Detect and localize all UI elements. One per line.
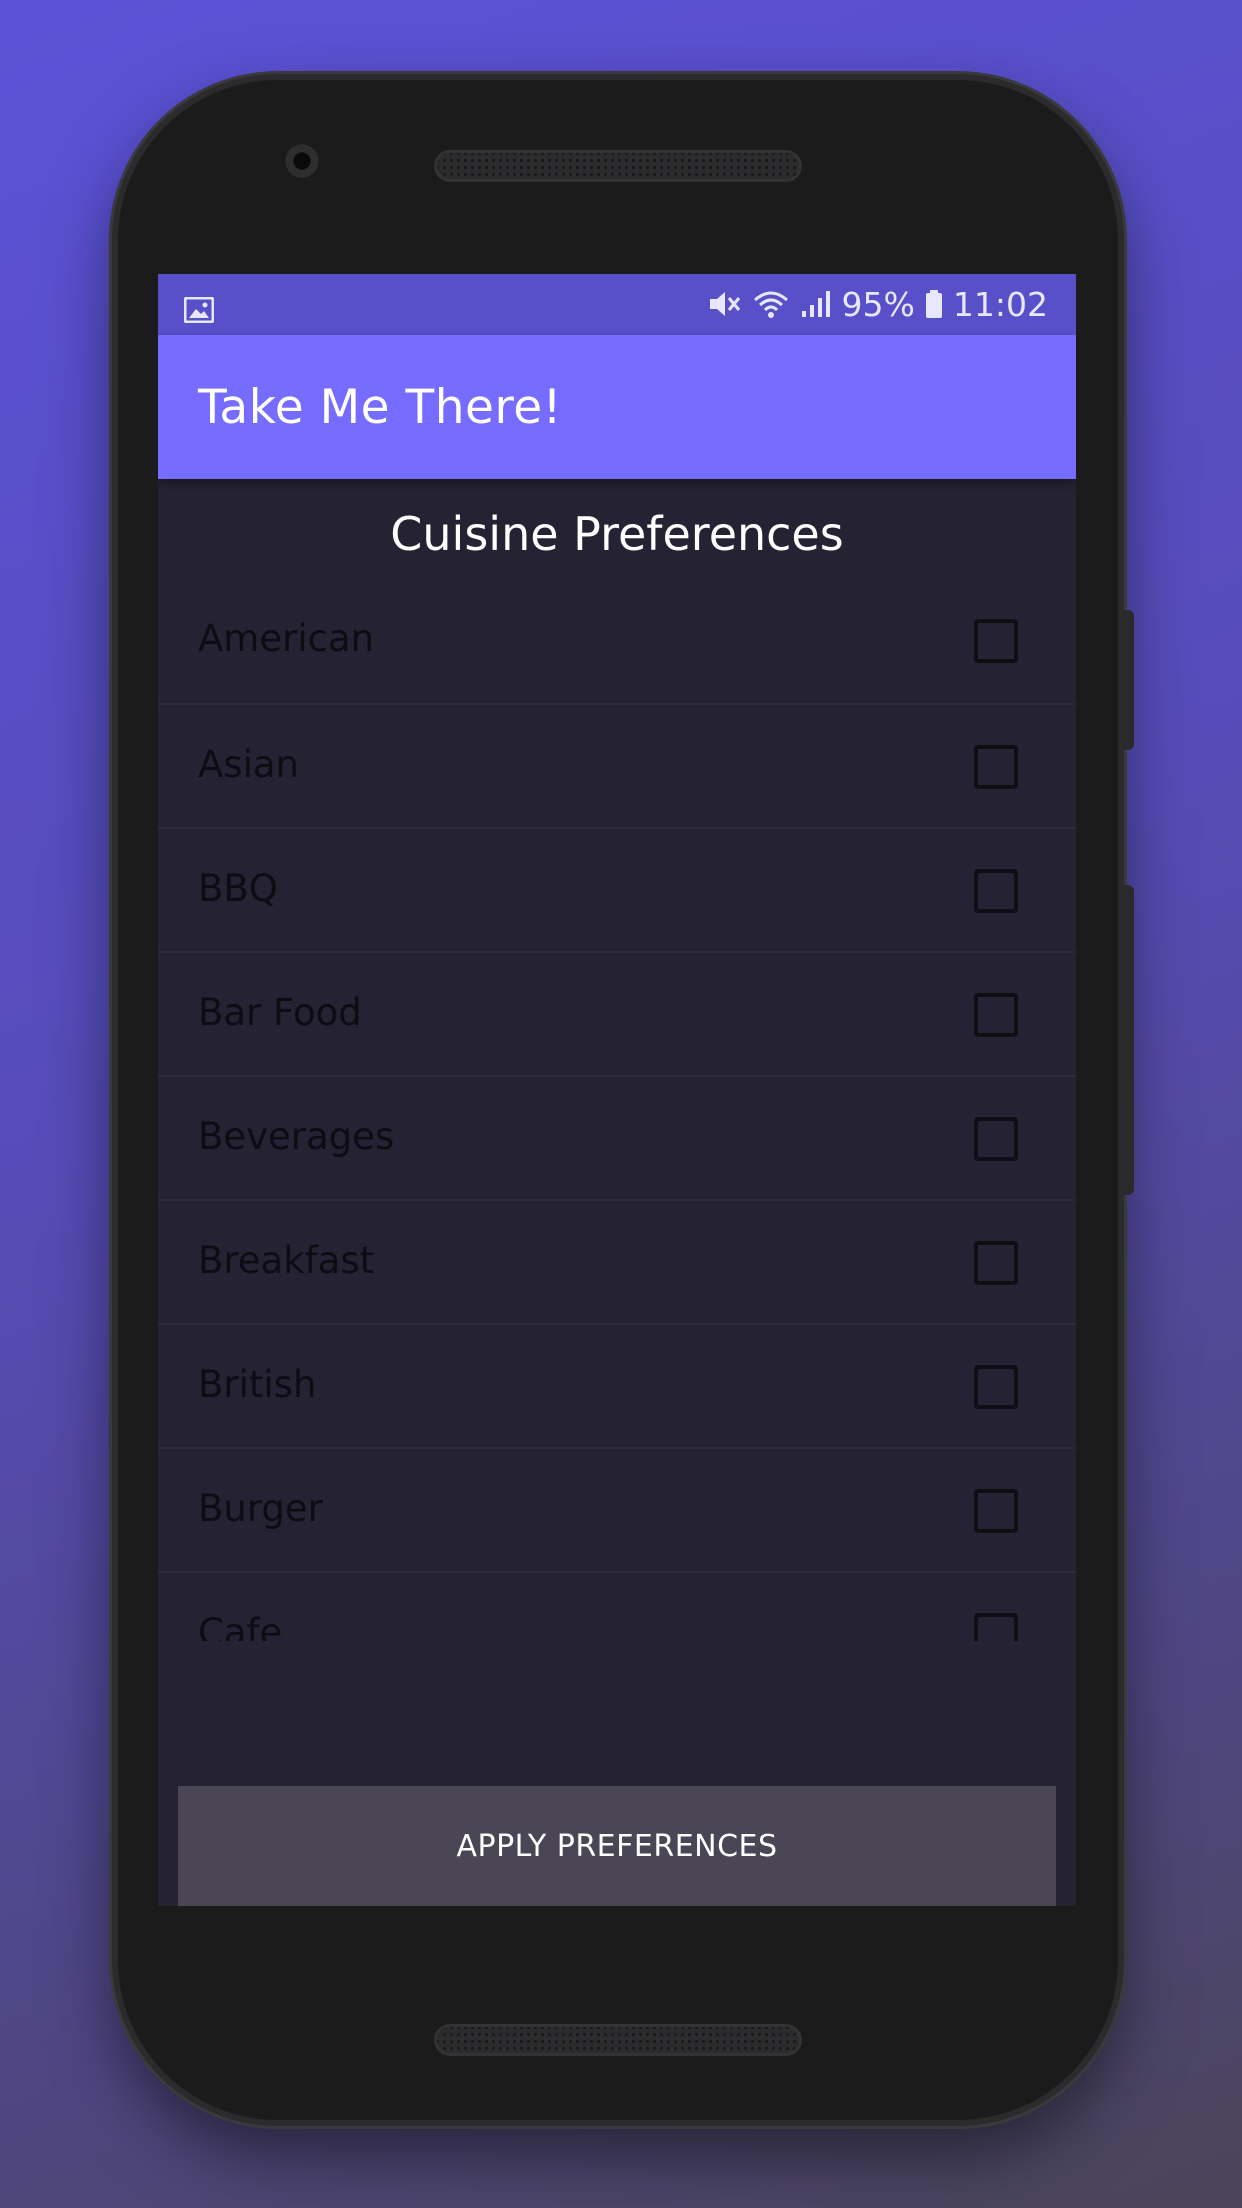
status-bar: 95% 11:02	[158, 274, 1076, 335]
item-label: American	[198, 617, 375, 660]
checkbox-american[interactable]	[974, 619, 1018, 663]
phone-screen: 95% 11:02 Take Me There! Cuisine Prefere…	[158, 274, 1076, 1906]
section-heading: Cuisine Preferences	[390, 507, 844, 561]
earpiece-speaker	[434, 150, 802, 182]
item-label: Burger	[198, 1487, 323, 1530]
list-item[interactable]: Breakfast	[158, 1201, 1076, 1325]
wifi-icon	[752, 289, 790, 319]
item-label: Breakfast	[198, 1239, 375, 1282]
list-item[interactable]: Asian	[158, 705, 1076, 829]
preferences-content: Cuisine Preferences American Asian BBQ B…	[158, 479, 1076, 1906]
app-title: Take Me There!	[198, 380, 562, 435]
power-button	[1122, 610, 1134, 750]
front-camera	[283, 142, 321, 180]
list-item[interactable]: Burger	[158, 1449, 1076, 1573]
apply-preferences-label: APPLY PREFERENCES	[456, 1828, 778, 1864]
image-icon	[183, 292, 215, 324]
item-label: Bar Food	[198, 991, 362, 1034]
checkbox-breakfast[interactable]	[974, 1241, 1018, 1285]
item-label: BBQ	[198, 867, 278, 910]
list-item[interactable]: Bar Food	[158, 953, 1076, 1077]
list-item[interactable]: Cafe	[158, 1573, 1076, 1641]
list-item[interactable]: BBQ	[158, 829, 1076, 953]
checkbox-british[interactable]	[974, 1365, 1018, 1409]
checkbox-beverages[interactable]	[974, 1117, 1018, 1161]
bottom-speaker	[434, 2024, 802, 2056]
clock: 11:02	[952, 284, 1048, 324]
list-item[interactable]: British	[158, 1325, 1076, 1449]
mute-icon	[708, 289, 742, 319]
checkbox-bar-food[interactable]	[974, 993, 1018, 1037]
app-bar: Take Me There!	[158, 335, 1076, 479]
checkbox-cafe[interactable]	[974, 1613, 1018, 1641]
item-label: Cafe	[198, 1611, 283, 1641]
cuisine-list[interactable]: American Asian BBQ Bar Food Beverages Br…	[158, 579, 1076, 1641]
battery-icon	[925, 289, 943, 319]
volume-button	[1122, 885, 1134, 1195]
checkbox-burger[interactable]	[974, 1489, 1018, 1533]
item-label: British	[198, 1363, 317, 1406]
checkbox-asian[interactable]	[974, 745, 1018, 789]
battery-percent: 95%	[841, 284, 915, 324]
apply-preferences-button[interactable]: APPLY PREFERENCES	[178, 1786, 1056, 1906]
signal-icon	[800, 289, 832, 319]
item-label: Beverages	[198, 1115, 395, 1158]
list-item[interactable]: American	[158, 579, 1076, 705]
item-label: Asian	[198, 743, 299, 786]
list-item[interactable]: Beverages	[158, 1077, 1076, 1201]
checkbox-bbq[interactable]	[974, 869, 1018, 913]
